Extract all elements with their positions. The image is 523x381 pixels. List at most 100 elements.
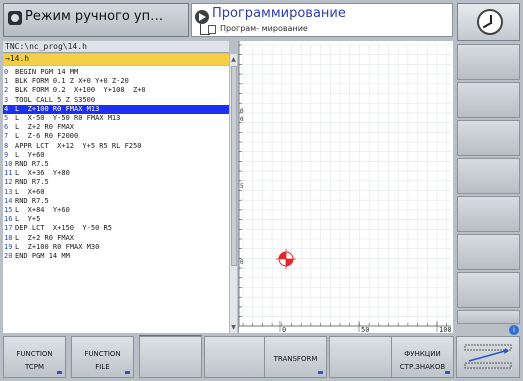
program-line[interactable]: 16 L Y+5 (3, 215, 229, 224)
vertical-softkey-6[interactable] (457, 234, 520, 270)
line-number: 16 (4, 215, 13, 224)
program-line[interactable]: 1 BLK FORM 0.1 Z X+0 Y+0 Z-20 (3, 77, 229, 86)
vertical-softkey-8[interactable] (457, 310, 520, 324)
vertical-softkey-3[interactable] (457, 120, 520, 156)
clock-softkey[interactable] (457, 3, 520, 41)
program-line[interactable]: 2 BLK FORM 0.2 X+100 Y+100 Z+0 (3, 86, 229, 95)
program-file-bar: →14.h (3, 54, 229, 65)
program-line[interactable]: 11 L X+36 Y+80 (3, 169, 229, 178)
line-number: 4 (4, 104, 9, 113)
nc-block: L Y+60 (15, 150, 45, 159)
program-line[interactable]: 9 L Y+60 (3, 151, 229, 160)
mode-manual-tab[interactable]: Режим ручного уп… (3, 3, 189, 37)
program-line[interactable]: 15 L X+84 Y+60 (3, 206, 229, 215)
nc-block: TOOL CALL 5 Z S3500 (15, 95, 96, 104)
line-number: 2 (4, 86, 9, 95)
datum-quadrant (286, 259, 293, 266)
submenu-marker-icon (57, 371, 62, 374)
program-line[interactable]: 20 END PGM 14 MM (3, 252, 229, 261)
empty-softkey-3[interactable] (139, 336, 202, 378)
manual-mode-icon (8, 11, 22, 25)
nc-block: BLK FORM 0.1 Z X+0 Y+0 Z-20 (15, 77, 129, 86)
program-line[interactable]: 17 DEP LCT X+150 Y-50 R5 (3, 224, 229, 233)
special-chars-softkey[interactable]: ФУНКЦИИ СТР.ЗНАКОВ (391, 336, 454, 378)
vertical-softkey-5[interactable] (457, 196, 520, 232)
clock-minute-hand (482, 21, 493, 29)
line-number: 14 (4, 196, 13, 205)
program-line[interactable]: 4 L Z+100 R0 FMAX M13 (3, 104, 229, 114)
nc-block: L X+84 Y+60 (15, 206, 70, 214)
vertical-softkey-4[interactable] (457, 158, 520, 194)
submenu-marker-icon (445, 371, 450, 374)
function-file-softkey[interactable]: FUNCTION FILE (71, 336, 134, 378)
program-path: TNC:\nc_prog\14.h (5, 42, 87, 51)
nc-block: BLK FORM 0.2 X+100 Y+100 Z+0 (15, 86, 146, 95)
program-line[interactable]: 3 TOOL CALL 5 Z S3500 (3, 96, 229, 105)
y-tick-label: 0 (240, 259, 244, 266)
x-tick-label: 0 (282, 326, 286, 333)
program-line[interactable]: 7 L Z-6 R0 F2000 (3, 132, 229, 141)
program-line[interactable]: 8 APPR LCT X+12 Y+5 R5 RL F250 (3, 142, 229, 151)
line-number: 10 (4, 160, 13, 168)
line-number: 6 (4, 123, 9, 132)
test-graphics-panel[interactable]: 0 50 100 0 0 5 0 (238, 41, 453, 333)
editor-scrollbar[interactable]: ▲ ▼ (229, 54, 237, 333)
scrollbar-thumb[interactable] (231, 66, 237, 266)
nc-block: RND R7.5 (15, 178, 49, 187)
line-number: 18 (4, 233, 13, 242)
program-line[interactable]: 14 RND R7.5 (3, 197, 229, 206)
nc-block: L Y+5 (15, 215, 41, 224)
program-line[interactable]: 19 L Z+100 R0 FMAX M30 (3, 243, 229, 252)
special-chars-label-2: СТР.ЗНАКОВ (399, 363, 446, 371)
submenu-marker-icon (318, 371, 323, 374)
program-path-bar: TNC:\nc_prog\14.h (3, 41, 229, 53)
nc-block: L X+60 (15, 187, 45, 196)
nc-block: BEGIN PGM 14 MM (15, 68, 79, 76)
program-code-editor[interactable]: 0 BEGIN PGM 14 MM 1 BLK FORM 0.1 Z X+0 Y+0 … (3, 66, 229, 333)
program-line[interactable]: 10 RND R7.5 (3, 160, 229, 169)
programming-mode-icon (195, 10, 209, 24)
program-line[interactable]: 0 BEGIN PGM 14 MM (3, 68, 229, 77)
nc-block: L X-50 Y-50 R0 FMAX M13 (15, 114, 121, 122)
y-tick-label: 5 (240, 183, 244, 190)
scroll-up-icon[interactable]: ▲ (230, 56, 237, 64)
nc-block: RND R7.5 (15, 196, 49, 205)
nc-block: DEP LCT X+150 Y-50 R5 (15, 224, 112, 233)
nc-block: L Z+2 R0 FMAX (15, 233, 75, 242)
program-file-name: →14.h (5, 54, 30, 63)
special-chars-label-1: ФУНКЦИИ (404, 350, 441, 358)
vertical-softkey-1[interactable] (457, 44, 520, 80)
function-tcpm-softkey[interactable]: FUNCTION TCPM (3, 336, 66, 378)
y-tick-label: 0 (240, 108, 244, 115)
empty-softkey-6[interactable] (329, 336, 392, 378)
line-number: 15 (4, 206, 13, 214)
x-tick-label: 50 (361, 326, 369, 333)
line-number: 1 (4, 77, 9, 86)
empty-softkey-4[interactable] (204, 336, 267, 378)
switch-softkey-row[interactable] (456, 336, 520, 378)
info-icon[interactable]: i (509, 325, 519, 335)
vertical-softkey-7[interactable] (457, 272, 520, 308)
program-line[interactable]: 12 RND R7.5 (3, 178, 229, 187)
program-line[interactable]: 6 L Z+2 R0 FMAX (3, 123, 229, 132)
function-tcpm-label-2: TCPM (24, 363, 44, 371)
line-number: 19 (4, 242, 13, 251)
line-number: 7 (4, 132, 9, 141)
softkey-row-switch-icon (464, 344, 512, 369)
nc-block: END PGM 14 MM (15, 252, 70, 260)
nc-block: L Z+2 R0 FMAX (15, 123, 75, 132)
program-line[interactable]: 18 L Z+2 R0 FMAX (3, 234, 229, 243)
function-file-label-2: FILE (95, 363, 110, 371)
mode-program-tab[interactable]: Программирование Програм- мирование (191, 3, 453, 37)
program-line[interactable]: 13 L X+60 (3, 188, 229, 197)
scroll-down-icon[interactable]: ▼ (230, 324, 237, 332)
datum-quadrant (279, 252, 286, 259)
mode-program-sub-label: Програм- мирование (220, 24, 308, 33)
vertical-softkey-2[interactable] (457, 82, 520, 118)
line-number: 12 (4, 178, 13, 187)
transform-softkey[interactable]: TRANSFORM (264, 336, 327, 378)
program-line[interactable]: 5 L X-50 Y-50 R0 FMAX M13 (3, 114, 229, 123)
line-number: 17 (4, 224, 13, 233)
line-number: 13 (4, 187, 13, 196)
submenu-marker-icon (125, 371, 130, 374)
